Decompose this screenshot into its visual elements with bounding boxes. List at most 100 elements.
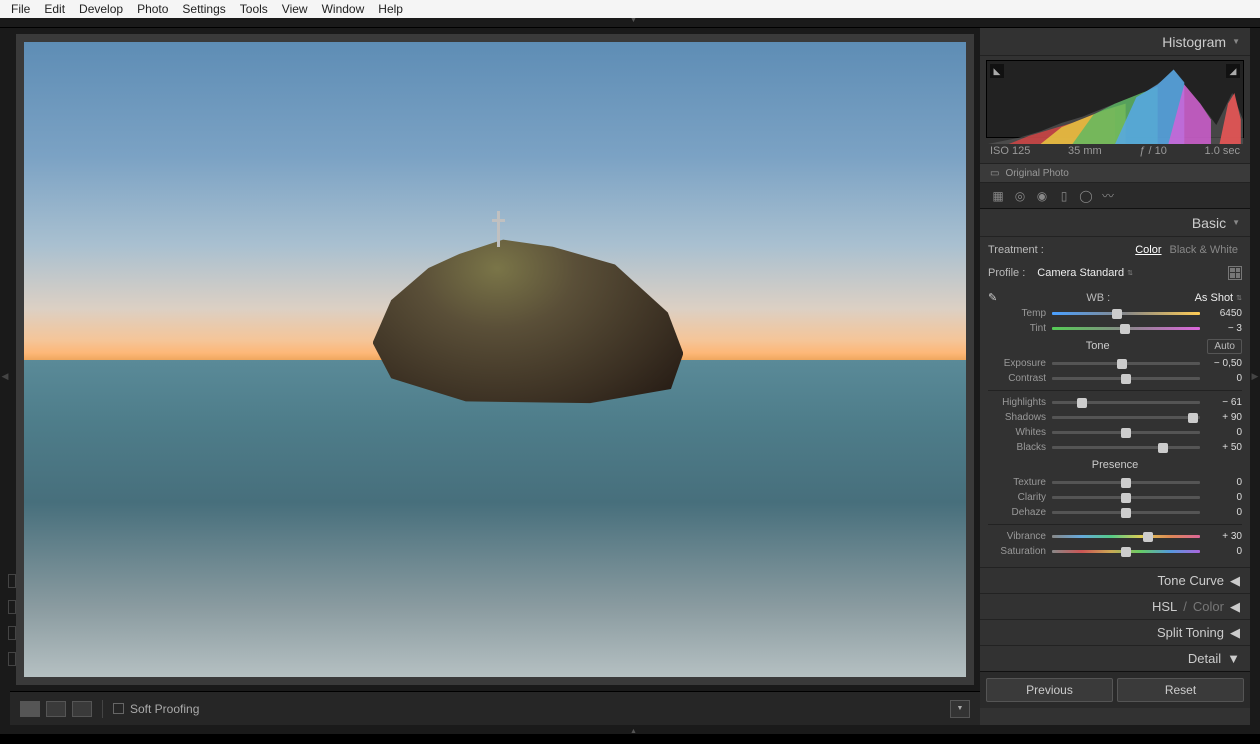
vibrance-value[interactable]: + 30 <box>1206 531 1242 542</box>
histogram-display[interactable]: ◣ ◢ <box>986 60 1244 138</box>
whites-slider[interactable]: Whites 0 <box>988 425 1242 440</box>
soft-proofing-checkbox[interactable] <box>113 703 124 714</box>
previous-button[interactable]: Previous <box>986 678 1113 702</box>
whites-label: Whites <box>988 427 1046 438</box>
before-after-lr-button[interactable] <box>46 701 66 717</box>
detail-panel-header[interactable]: Detail▼ <box>980 645 1250 671</box>
adjustment-brush-tool[interactable]: 〰 <box>1100 188 1116 204</box>
contrast-slider[interactable]: Contrast 0 <box>988 371 1242 386</box>
texture-value[interactable]: 0 <box>1206 477 1242 488</box>
shadows-slider[interactable]: Shadows + 90 <box>988 410 1242 425</box>
highlights-slider[interactable]: Highlights − 61 <box>988 395 1242 410</box>
top-panel-toggle[interactable] <box>0 18 1260 28</box>
exposure-value[interactable]: − 0,50 <box>1206 358 1242 369</box>
image-canvas[interactable] <box>16 34 974 685</box>
photo-preview <box>24 42 966 677</box>
wb-label: WB : <box>1086 292 1110 304</box>
menu-window[interactable]: Window <box>315 0 372 18</box>
chevron-left-icon: ◀ <box>1230 599 1240 615</box>
clarity-value[interactable]: 0 <box>1206 492 1242 503</box>
radial-filter-tool[interactable]: ◯ <box>1078 188 1094 204</box>
auto-tone-button[interactable]: Auto <box>1207 339 1242 354</box>
original-photo-toggle[interactable]: ▭Original Photo <box>980 163 1250 183</box>
wb-eyedropper-tool[interactable]: ✎ <box>988 291 1002 305</box>
reset-button[interactable]: Reset <box>1117 678 1244 702</box>
menu-help[interactable]: Help <box>371 0 410 18</box>
menu-photo[interactable]: Photo <box>130 0 175 18</box>
clarity-label: Clarity <box>988 492 1046 503</box>
hsl-panel-header[interactable]: HSL / Color◀ <box>980 593 1250 619</box>
basic-panel-body: Treatment : Color Black & White Profile … <box>980 237 1250 567</box>
exposure-label: Exposure <box>988 358 1046 369</box>
shadows-value[interactable]: + 90 <box>1206 412 1242 423</box>
before-after-tb-button[interactable] <box>72 701 92 717</box>
highlights-value[interactable]: − 61 <box>1206 397 1242 408</box>
exposure-slider[interactable]: Exposure − 0,50 <box>988 356 1242 371</box>
histogram-chart <box>987 61 1243 144</box>
basic-panel-header[interactable]: Basic ▼ <box>980 209 1250 237</box>
menu-edit[interactable]: Edit <box>37 0 72 18</box>
split-toning-panel-header[interactable]: Split Toning◀ <box>980 619 1250 645</box>
highlights-label: Highlights <box>988 397 1046 408</box>
profile-browser-button[interactable] <box>1228 266 1242 280</box>
tone-section-label: Tone <box>988 340 1207 352</box>
treatment-bw-option[interactable]: Black & White <box>1166 244 1242 256</box>
treatment-color-option[interactable]: Color <box>1131 244 1165 256</box>
profile-label: Profile : <box>988 267 1025 279</box>
tint-slider[interactable]: Tint − 3 <box>988 321 1242 336</box>
blacks-label: Blacks <box>988 442 1046 453</box>
texture-slider[interactable]: Texture 0 <box>988 475 1242 490</box>
tool-strip: ▦ ◎ ◉ ▯ ◯ 〰 <box>980 183 1250 209</box>
temp-slider[interactable]: Temp 6450 <box>988 306 1242 321</box>
app-menubar: File Edit Develop Photo Settings Tools V… <box>0 0 1260 18</box>
blacks-slider[interactable]: Blacks + 50 <box>988 440 1242 455</box>
dehaze-value[interactable]: 0 <box>1206 507 1242 518</box>
updown-icon: ⇅ <box>1127 269 1133 277</box>
treatment-label: Treatment : <box>988 244 1044 256</box>
develop-right-panels: Histogram ▼ ◣ ◢ ISO 125 35 mm ƒ / 10 1.0… <box>980 28 1250 725</box>
spot-removal-tool[interactable]: ◎ <box>1012 188 1028 204</box>
toolbar-options-button[interactable]: ▼ <box>950 700 970 718</box>
loupe-view-button[interactable] <box>20 701 40 717</box>
shadows-label: Shadows <box>988 412 1046 423</box>
updown-icon: ⇅ <box>1236 294 1242 302</box>
menu-view[interactable]: View <box>275 0 315 18</box>
redeye-tool[interactable]: ◉ <box>1034 188 1050 204</box>
chevron-down-icon: ▼ <box>1232 37 1240 46</box>
menu-tools[interactable]: Tools <box>233 0 275 18</box>
saturation-slider[interactable]: Saturation 0 <box>988 544 1242 559</box>
basic-title: Basic <box>1192 215 1226 231</box>
focal-length-readout: 35 mm <box>1068 145 1102 157</box>
menu-develop[interactable]: Develop <box>72 0 130 18</box>
crop-tool[interactable]: ▦ <box>990 188 1006 204</box>
tint-value[interactable]: − 3 <box>1206 323 1242 334</box>
contrast-value[interactable]: 0 <box>1206 373 1242 384</box>
chevron-down-icon: ▼ <box>1232 218 1240 227</box>
chevron-left-icon: ◀ <box>1230 573 1240 589</box>
saturation-value[interactable]: 0 <box>1206 546 1242 557</box>
filmstrip-toggle[interactable] <box>0 725 1260 734</box>
wb-dropdown[interactable]: As Shot <box>1195 292 1234 304</box>
vibrance-label: Vibrance <box>988 531 1046 542</box>
right-panel-toggle[interactable]: ▶ <box>1250 28 1260 725</box>
temp-value[interactable]: 6450 <box>1206 308 1242 319</box>
profile-dropdown[interactable]: Camera Standard <box>1037 267 1124 279</box>
histogram-panel-header[interactable]: Histogram ▼ <box>980 28 1250 56</box>
bottom-toolbar: Soft Proofing ▼ <box>10 691 980 725</box>
vibrance-slider[interactable]: Vibrance + 30 <box>988 529 1242 544</box>
menu-settings[interactable]: Settings <box>175 0 232 18</box>
presence-section-label: Presence <box>988 459 1242 471</box>
whites-value[interactable]: 0 <box>1206 427 1242 438</box>
clarity-slider[interactable]: Clarity 0 <box>988 490 1242 505</box>
graduated-filter-tool[interactable]: ▯ <box>1056 188 1072 204</box>
texture-label: Texture <box>988 477 1046 488</box>
left-panel-toggle[interactable]: ◀ <box>0 28 10 725</box>
blacks-value[interactable]: + 50 <box>1206 442 1242 453</box>
saturation-label: Saturation <box>988 546 1046 557</box>
dehaze-slider[interactable]: Dehaze 0 <box>988 505 1242 520</box>
menu-file[interactable]: File <box>4 0 37 18</box>
cross-icon <box>497 211 500 247</box>
histogram-title: Histogram <box>1162 34 1226 50</box>
tone-curve-panel-header[interactable]: Tone Curve◀ <box>980 567 1250 593</box>
iso-readout: ISO 125 <box>990 145 1030 157</box>
